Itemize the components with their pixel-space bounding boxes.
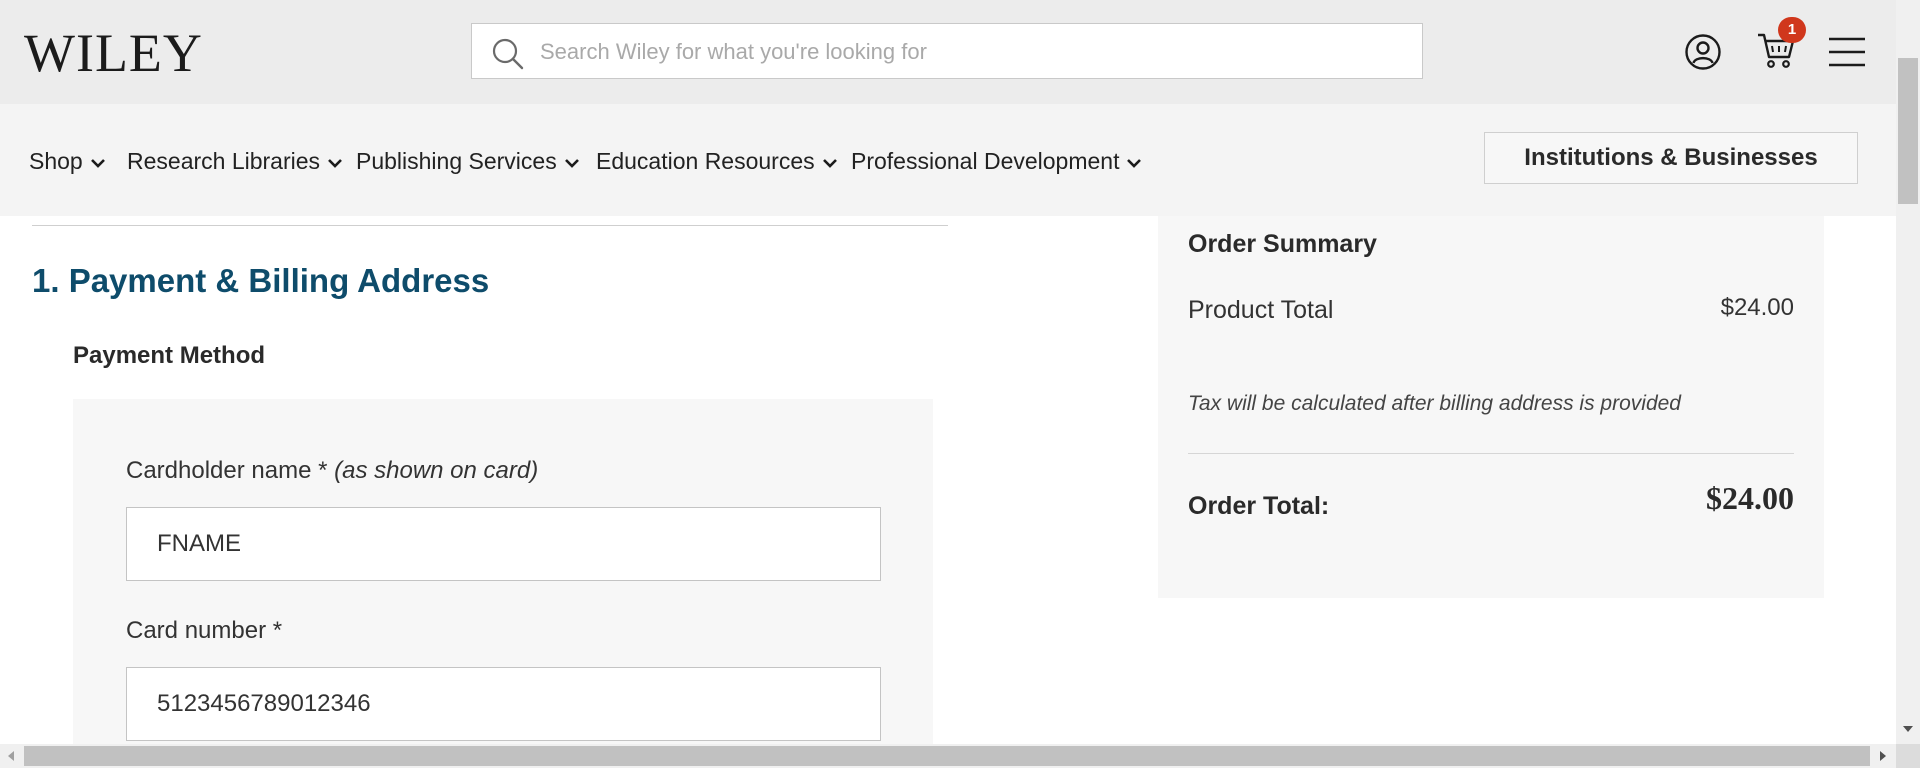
- institutions-businesses-button[interactable]: Institutions & Businesses: [1484, 132, 1858, 184]
- scroll-down-arrow-icon[interactable]: [1900, 722, 1916, 736]
- summary-divider: [1188, 453, 1794, 454]
- wiley-logo[interactable]: WILEY: [24, 26, 203, 80]
- nav-item-shop[interactable]: Shop: [29, 148, 106, 175]
- search-input[interactable]: [538, 32, 1402, 72]
- chevron-down-icon: [822, 159, 837, 168]
- section-title: 1. Payment & Billing Address: [32, 262, 490, 299]
- product-total-value: $24.00: [1720, 294, 1794, 321]
- nav-item-education-resources[interactable]: Education Resources: [596, 148, 838, 175]
- search-icon[interactable]: [490, 36, 526, 72]
- card-number-input[interactable]: [126, 667, 881, 741]
- cardholder-name-label-text: Cardholder name *: [126, 457, 328, 484]
- order-summary-panel: Order Summary Product Total $24.00 Tax w…: [1158, 216, 1824, 598]
- order-total-label: Order Total:: [1188, 492, 1330, 520]
- scroll-right-arrow-icon[interactable]: [1876, 748, 1890, 764]
- menu-button[interactable]: [1828, 36, 1866, 68]
- scroll-left-arrow-icon[interactable]: [4, 748, 18, 764]
- cardholder-name-hint: (as shown on card): [334, 457, 539, 484]
- hamburger-menu-icon: [1829, 37, 1865, 67]
- order-summary-title: Order Summary: [1188, 230, 1377, 258]
- nav-item-label: Shop: [29, 148, 83, 174]
- nav-item-label: Education Resources: [596, 148, 815, 174]
- card-number-label: Card number *: [126, 617, 283, 644]
- nav-item-research-libraries[interactable]: Research Libraries: [127, 148, 343, 175]
- scrollbar-corner: [1896, 744, 1920, 768]
- nav-item-label: Research Libraries: [127, 148, 321, 174]
- chevron-down-icon: [564, 159, 579, 168]
- cardholder-name-input[interactable]: [126, 507, 881, 581]
- nav-item-label: Publishing Services: [356, 148, 557, 174]
- section-divider: [32, 225, 948, 226]
- search-bar[interactable]: [471, 23, 1423, 79]
- account-circle-icon: [1685, 34, 1721, 70]
- main-nav: Shop Research Libraries Publishing Servi…: [0, 104, 1896, 216]
- account-button[interactable]: [1684, 33, 1722, 71]
- nav-item-publishing-services[interactable]: Publishing Services: [356, 148, 580, 175]
- order-total-value: $24.00: [1706, 480, 1794, 516]
- nav-item-label: Professional Development: [851, 148, 1120, 174]
- product-total-label: Product Total: [1188, 296, 1334, 324]
- vertical-scrollbar-thumb[interactable]: [1898, 58, 1918, 204]
- cardholder-name-label: Cardholder name * (as shown on card): [126, 457, 538, 485]
- payment-form-panel: Cardholder name * (as shown on card) Car…: [73, 399, 933, 759]
- page: WILEY 1: [0, 0, 1920, 768]
- tax-note: Tax will be calculated after billing add…: [1188, 392, 1681, 415]
- chevron-down-icon: [1127, 159, 1142, 168]
- horizontal-scrollbar-thumb[interactable]: [24, 746, 1870, 766]
- payment-method-heading: Payment Method: [73, 342, 266, 369]
- nav-item-professional-development[interactable]: Professional Development: [851, 148, 1142, 175]
- chevron-down-icon: [90, 159, 105, 168]
- cart-count-badge: 1: [1778, 17, 1806, 43]
- chevron-down-icon: [328, 159, 342, 168]
- top-header: WILEY 1: [0, 0, 1896, 104]
